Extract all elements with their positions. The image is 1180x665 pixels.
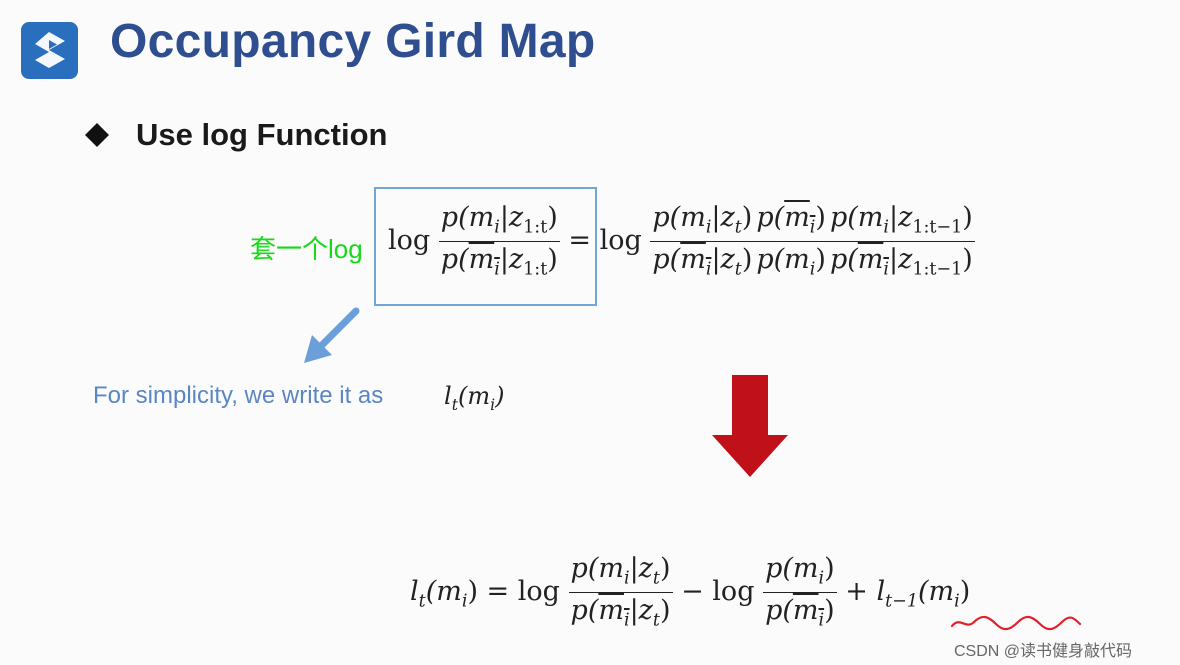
term: (m — [918, 575, 955, 607]
rhs-fraction-1: p(mi|zt) p(mi|zt) — [650, 202, 755, 280]
term: p(m — [652, 202, 706, 233]
note-text: For simplicity, we write it as — [93, 382, 384, 409]
term: |z — [888, 202, 913, 233]
update-fraction-2: p(mi) p(mi) — [763, 555, 837, 630]
term: p(m — [765, 553, 819, 584]
term: p(m — [756, 243, 810, 275]
blue-arrow-icon — [304, 307, 360, 363]
term: |z — [889, 243, 913, 275]
term: m — [792, 594, 819, 626]
term: |z — [711, 243, 735, 275]
term: p( — [756, 202, 785, 233]
term: p(m — [829, 202, 884, 233]
term: m — [468, 243, 495, 275]
term: |z — [629, 594, 653, 626]
term: ) — [741, 202, 753, 233]
term: m — [784, 202, 810, 233]
term: l — [410, 575, 419, 607]
logo-s-icon — [21, 22, 78, 79]
term: ) — [824, 553, 835, 584]
overline-m: mi — [784, 202, 815, 236]
subscript: t — [418, 591, 426, 612]
term: |z — [711, 202, 735, 233]
plus-sign: + — [845, 575, 868, 607]
term: m — [680, 243, 706, 275]
term: |z — [499, 243, 524, 275]
term: ) — [959, 575, 971, 607]
term: m — [598, 594, 624, 626]
term: l — [876, 575, 886, 607]
note-symbol: lt(mi) — [444, 382, 504, 414]
update-fraction-1: p(mi|zt) p(mi|zt) — [568, 553, 673, 631]
term: ) = log — [467, 575, 560, 607]
rhs-fraction-2: p(mi) p(mi) — [754, 204, 828, 279]
term: m — [857, 243, 884, 275]
term: ) — [962, 202, 973, 233]
term: (m — [425, 575, 462, 607]
watermark: CSDN @读书健身敲代码 — [954, 643, 1133, 660]
overline-m: mi — [598, 594, 629, 629]
term: ) — [962, 243, 973, 275]
subscript: 1:t−1 — [912, 259, 963, 280]
term: (m — [457, 382, 491, 410]
term: l — [444, 382, 452, 410]
lhs-fraction: p(mi|z1:t) p(mi|z1:t) — [438, 202, 560, 280]
term: ) — [659, 553, 671, 584]
term: ) — [815, 202, 826, 233]
equation-log-odds-expansion: log p(mi|z1:t) p(mi|z1:t) = log p(mi|zt)… — [388, 204, 975, 279]
term: ) — [741, 243, 753, 275]
subscript: 1:t — [523, 259, 548, 280]
handwritten-annotation: 套一个log — [250, 234, 363, 264]
term: p( — [652, 243, 681, 275]
term: p( — [570, 594, 599, 626]
term: |z — [629, 553, 653, 584]
term: p( — [829, 243, 858, 275]
term: |z — [499, 202, 524, 233]
term: ) — [659, 594, 671, 626]
subscript: t−1 — [885, 591, 919, 612]
subscript: 1:t — [523, 217, 548, 238]
bullet-text: Use log Function — [136, 117, 388, 152]
subscript: 1:t−1 — [912, 217, 963, 238]
term: ) — [547, 202, 558, 233]
diamond-bullet-icon — [85, 123, 109, 147]
term: p(m — [440, 202, 495, 233]
subscript: t — [652, 568, 660, 589]
overline-m: mi — [468, 243, 500, 278]
overline-m: mi — [792, 594, 824, 629]
term: ) — [815, 243, 826, 275]
overline-m: mi — [857, 243, 889, 278]
overline-m: mi — [680, 243, 711, 278]
page-title: Occupancy Gird Map — [110, 15, 596, 68]
log-label: log — [388, 224, 431, 256]
term: p( — [440, 243, 469, 275]
term: p( — [765, 594, 793, 626]
term: ) — [547, 243, 558, 275]
equation-recursive-update: lt(mi) = log p(mi|zt) p(mi|zt) − log p(m… — [410, 555, 970, 630]
rhs-fraction-3: p(mi|z1:t−1) p(mi|z1:t−1) — [827, 202, 975, 280]
subscript: t — [652, 610, 660, 631]
red-down-arrow-icon — [712, 375, 788, 477]
term: ) — [824, 594, 835, 626]
term: ) — [495, 382, 505, 410]
term: p(m — [570, 553, 624, 584]
subscript: t — [734, 217, 742, 238]
red-squiggle-underline — [950, 615, 1082, 631]
minus-log: − log — [681, 575, 755, 607]
equals-log: = log — [568, 224, 642, 256]
subscript: t — [734, 259, 742, 280]
